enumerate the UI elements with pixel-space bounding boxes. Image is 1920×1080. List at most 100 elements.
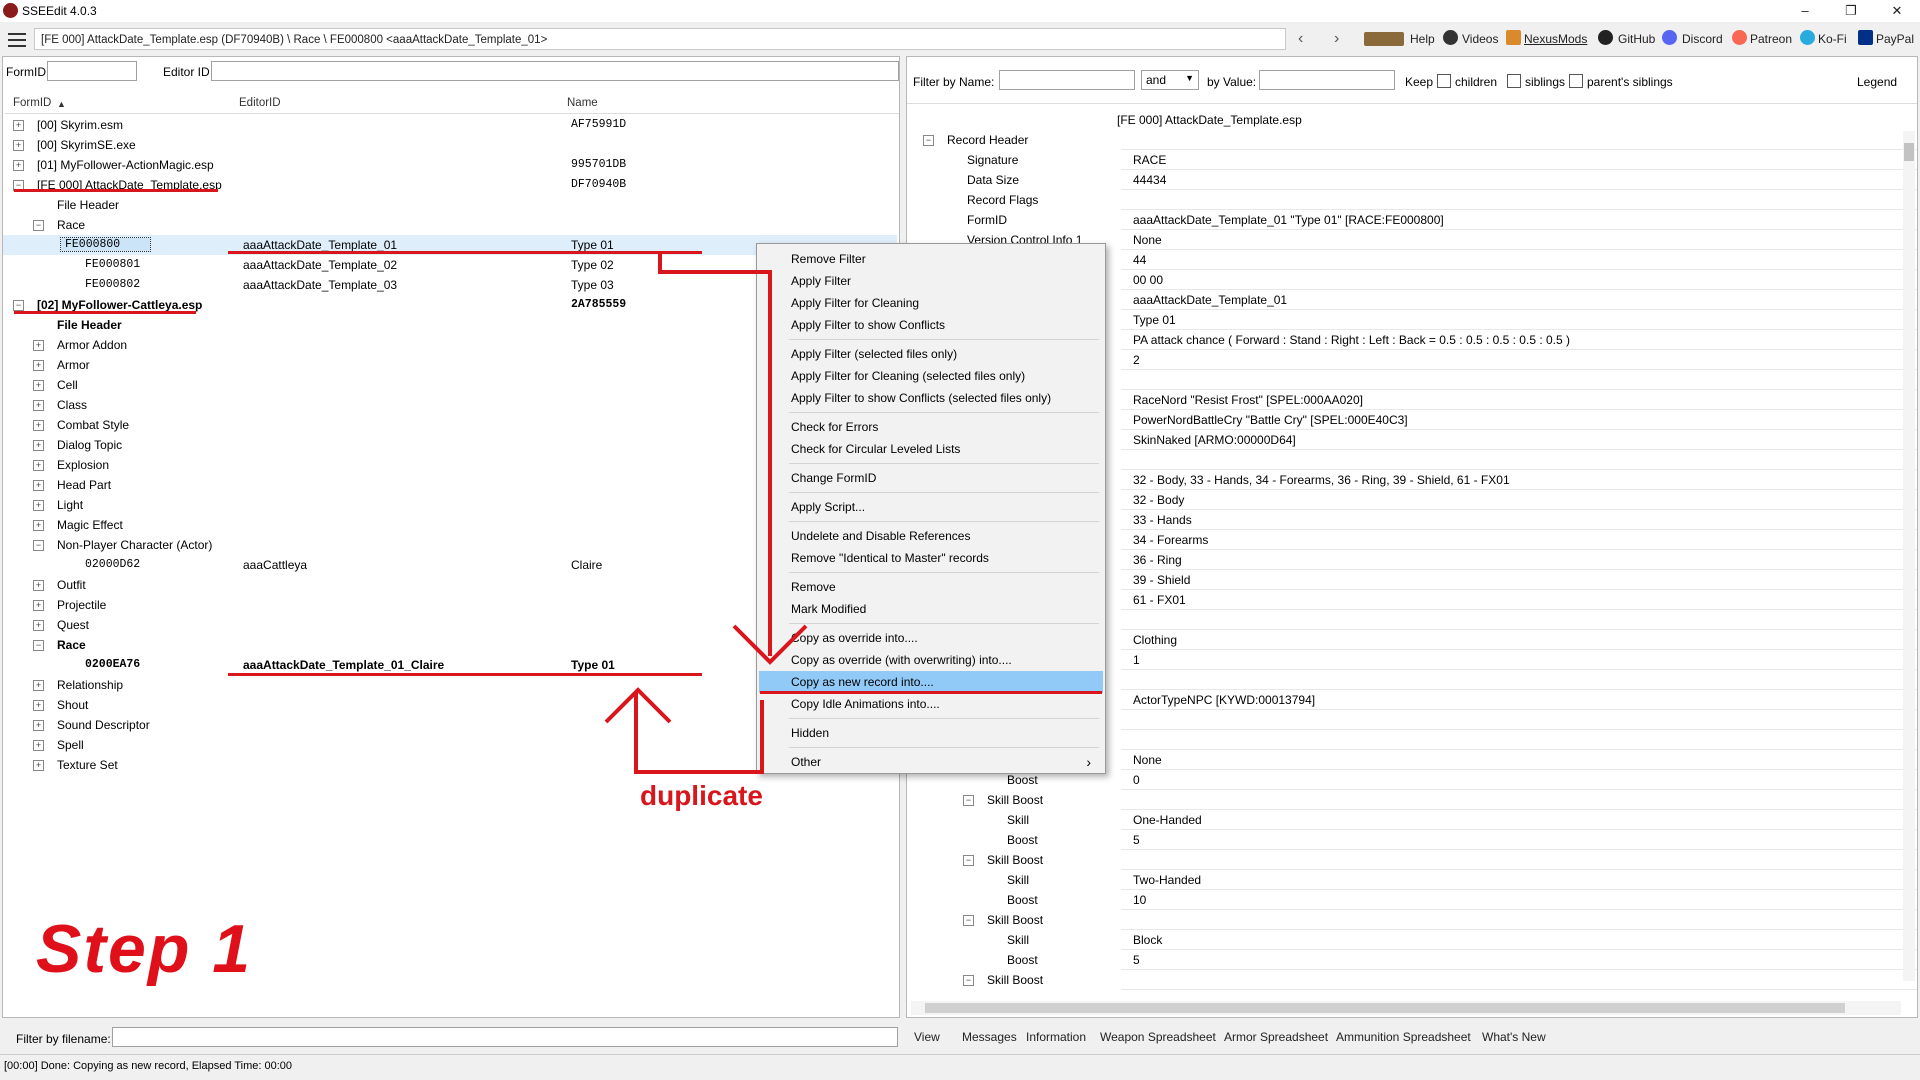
expand-icon[interactable]: + <box>13 160 24 171</box>
keep-children-checkbox[interactable]: children <box>1437 74 1497 89</box>
tab-weapon-spreadsheet[interactable]: Weapon Spreadsheet <box>1100 1030 1216 1044</box>
expand-icon[interactable]: + <box>33 420 44 431</box>
forward-arrow-icon[interactable]: › <box>1334 30 1339 48</box>
patreon-link[interactable]: Patreon <box>1750 32 1792 46</box>
expand-icon[interactable]: + <box>33 700 44 711</box>
context-menu-item[interactable]: Remove Filter <box>759 248 1103 270</box>
expand-icon[interactable]: + <box>33 400 44 411</box>
collapse-icon[interactable]: − <box>963 795 974 806</box>
record-row[interactable]: Skill Block <box>917 930 1917 950</box>
legend-button[interactable]: Legend <box>1857 75 1897 89</box>
collapse-icon[interactable]: − <box>33 220 44 231</box>
context-menu-item[interactable]: Undelete and Disable References <box>759 525 1103 547</box>
filter-value-input[interactable] <box>1259 70 1395 90</box>
expand-icon[interactable]: + <box>33 480 44 491</box>
context-menu-item[interactable]: Apply Filter for Cleaning <box>759 292 1103 314</box>
record-row[interactable]: Boost 5 <box>917 950 1917 970</box>
collapse-icon[interactable]: − <box>923 135 934 146</box>
formid-input[interactable] <box>47 61 137 81</box>
editorid-input[interactable] <box>211 61 899 81</box>
context-menu-item[interactable]: Copy as new record into.... <box>759 671 1103 693</box>
context-menu-item[interactable]: Other › <box>759 751 1103 773</box>
tab-information[interactable]: Information <box>1026 1030 1086 1044</box>
vertical-scrollbar[interactable] <box>1903 131 1915 981</box>
record-row[interactable]: Record Flags <box>917 190 1917 210</box>
expand-icon[interactable]: + <box>33 440 44 451</box>
filter-name-input[interactable] <box>999 70 1135 90</box>
expand-icon[interactable]: + <box>33 720 44 731</box>
keep-siblings-checkbox[interactable]: siblings <box>1507 74 1565 89</box>
nexusmods-link[interactable]: NexusMods <box>1524 32 1587 46</box>
record-row[interactable]: − Skill Boost <box>917 850 1917 870</box>
tab-armor-spreadsheet[interactable]: Armor Spreadsheet <box>1224 1030 1328 1044</box>
tab-messages[interactable]: Messages <box>962 1030 1017 1044</box>
scroll-thumb[interactable] <box>1904 143 1914 161</box>
context-menu-item[interactable]: Copy Idle Animations into.... <box>759 693 1103 715</box>
tree-row[interactable]: + [01] MyFollower-ActionMagic.esp 995701DB <box>3 155 897 175</box>
kofi-link[interactable]: Ko-Fi <box>1818 32 1847 46</box>
context-menu-item[interactable]: Mark Modified <box>759 598 1103 620</box>
tab-view[interactable]: View <box>914 1030 940 1044</box>
paypal-link[interactable]: PayPal <box>1876 32 1914 46</box>
expand-icon[interactable]: + <box>33 600 44 611</box>
github-link[interactable]: GitHub <box>1618 32 1655 46</box>
tab-what-s-new[interactable]: What's New <box>1482 1030 1546 1044</box>
context-menu-item[interactable]: Hidden <box>759 722 1103 744</box>
expand-icon[interactable]: + <box>13 120 24 131</box>
record-row[interactable]: Skill Two-Handed <box>917 870 1917 890</box>
expand-icon[interactable]: + <box>33 380 44 391</box>
restore-button[interactable]: ❐ <box>1828 0 1874 22</box>
record-row[interactable]: − Record Header <box>917 130 1917 150</box>
record-row[interactable]: Boost 5 <box>917 830 1917 850</box>
column-editorid[interactable]: EditorID <box>239 97 281 109</box>
hscroll-thumb[interactable] <box>925 1003 1845 1013</box>
collapse-icon[interactable]: − <box>13 300 24 311</box>
context-menu-item[interactable]: Remove <box>759 576 1103 598</box>
back-arrow-icon[interactable]: ‹ <box>1298 30 1303 48</box>
tree-row[interactable]: − Race <box>3 215 897 235</box>
record-row[interactable]: Boost 10 <box>917 890 1917 910</box>
record-row[interactable]: − Skill Boost <box>917 910 1917 930</box>
record-path-field[interactable]: [FE 000] AttackDate_Template.esp (DF7094… <box>34 28 1286 50</box>
expand-icon[interactable]: + <box>33 500 44 511</box>
context-menu-item[interactable]: Apply Filter <box>759 270 1103 292</box>
record-row[interactable]: − Skill Boost <box>917 790 1917 810</box>
record-row[interactable]: FormID aaaAttackDate_Template_01 "Type 01… <box>917 210 1917 230</box>
expand-icon[interactable]: + <box>33 580 44 591</box>
expand-icon[interactable]: + <box>33 740 44 751</box>
keep-parents-siblings-checkbox[interactable]: parent's siblings <box>1569 74 1673 89</box>
context-menu-item[interactable]: Check for Errors <box>759 416 1103 438</box>
expand-icon[interactable]: + <box>33 460 44 471</box>
hamburger-menu-icon[interactable] <box>8 33 26 47</box>
tree-row[interactable]: + [00] Skyrim.esm AF75991D <box>3 115 897 135</box>
context-menu-item[interactable]: Apply Filter (selected files only) <box>759 343 1103 365</box>
expand-icon[interactable]: + <box>33 340 44 351</box>
context-menu-item[interactable]: Check for Circular Leveled Lists <box>759 438 1103 460</box>
tree-row[interactable]: − [FE 000] AttackDate_Template.esp DF70940… <box>3 175 897 195</box>
context-menu-item[interactable]: Apply Filter to show Conflicts <box>759 314 1103 336</box>
discord-link[interactable]: Discord <box>1682 32 1723 46</box>
collapse-icon[interactable]: − <box>963 915 974 926</box>
collapse-icon[interactable]: − <box>963 975 974 986</box>
record-row[interactable]: − Skill Boost <box>917 970 1917 990</box>
expand-icon[interactable]: + <box>33 520 44 531</box>
context-menu-item[interactable]: Change FormID <box>759 467 1103 489</box>
column-name[interactable]: Name <box>567 97 598 109</box>
context-menu-item[interactable]: Remove "Identical to Master" records <box>759 547 1103 569</box>
column-formid[interactable]: FormID <box>13 97 51 109</box>
filter-filename-input[interactable] <box>112 1027 898 1047</box>
collapse-icon[interactable]: − <box>33 540 44 551</box>
close-button[interactable]: ✕ <box>1874 0 1920 22</box>
videos-link[interactable]: Videos <box>1462 32 1498 46</box>
context-menu-item[interactable]: Apply Script... <box>759 496 1103 518</box>
expand-icon[interactable]: + <box>33 620 44 631</box>
horizontal-scrollbar[interactable] <box>911 1001 1901 1015</box>
minimize-button[interactable]: – <box>1782 0 1828 22</box>
tree-row[interactable]: File Header <box>3 195 897 215</box>
expand-icon[interactable]: + <box>33 760 44 771</box>
context-menu-item[interactable]: Apply Filter to show Conflicts (selected… <box>759 387 1103 409</box>
expand-icon[interactable]: + <box>33 360 44 371</box>
and-select[interactable]: and ▼ <box>1141 70 1199 90</box>
collapse-icon[interactable]: − <box>33 640 44 651</box>
record-row[interactable]: Data Size 44434 <box>917 170 1917 190</box>
